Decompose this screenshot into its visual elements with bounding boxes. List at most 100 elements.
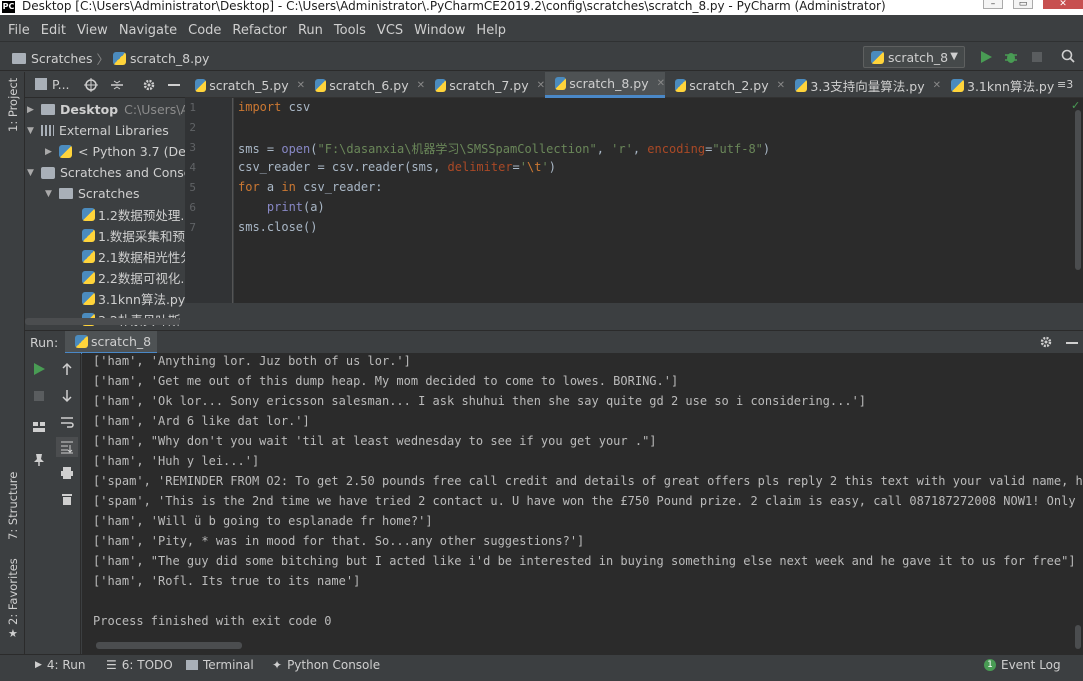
menu-navigate[interactable]: Navigate (119, 23, 177, 38)
code-text: , (596, 142, 612, 156)
trash-icon[interactable] (60, 492, 74, 506)
event-log-tool-button[interactable]: 1 Event Log (984, 658, 1061, 672)
gear-icon[interactable] (142, 78, 156, 92)
console-line: ['ham', 'Ok lor... Sony ericsson salesma… (93, 394, 867, 408)
run-tool-button[interactable]: ▶ 4: Run (35, 658, 85, 672)
menu-view[interactable]: View (77, 23, 108, 38)
python-console-tool-button[interactable]: ✦ Python Console (272, 658, 380, 672)
tab-overflow-button[interactable]: ≡3 (1057, 78, 1073, 91)
tab-label: scratch_2.py (689, 77, 769, 93)
console-line: ['spam', 'This is the 2nd time we have t… (93, 494, 1083, 508)
menu-run[interactable]: Run (298, 23, 323, 38)
code-text: sms = (238, 142, 282, 156)
close-icon[interactable]: ✕ (417, 80, 425, 91)
tree-item-external-libraries[interactable]: ▼ External Libraries (27, 120, 169, 141)
keyword: in (281, 180, 296, 194)
menu-edit[interactable]: Edit (41, 23, 66, 38)
menu-file[interactable]: File (8, 23, 30, 38)
breadcrumb-file[interactable]: scratch_8.py (130, 51, 209, 66)
tree-item-file[interactable]: 2.1数据相光性分 (82, 246, 185, 267)
tree-item-python-sdk[interactable]: ▶ < Python 3.7 (Des (45, 141, 185, 162)
close-icon[interactable]: ✕ (537, 80, 545, 91)
close-button[interactable]: ✕ (1043, 0, 1083, 9)
close-icon[interactable]: ✕ (933, 80, 941, 91)
code-text: ( (310, 142, 318, 156)
stop-icon[interactable] (32, 389, 46, 403)
console-line: ['ham', "Why don't you wait 'til at leas… (93, 434, 657, 448)
project-horizontal-scrollbar[interactable] (25, 318, 180, 325)
minimize-button[interactable]: – (983, 0, 1003, 9)
tree-item-scratches-and-consoles[interactable]: ▼ Scratches and Conso (27, 162, 185, 183)
project-view-select[interactable]: P... (52, 77, 70, 92)
run-label: Run: (30, 335, 59, 350)
menu-tools[interactable]: Tools (334, 23, 366, 38)
terminal-icon (186, 660, 198, 670)
collapse-all-icon[interactable] (110, 78, 124, 92)
menu-refactor[interactable]: Refactor (232, 23, 287, 38)
debug-icon[interactable] (1004, 50, 1018, 64)
close-icon[interactable]: ✕ (657, 78, 665, 89)
tab-scratch-5[interactable]: scratch_5.py ✕ (185, 72, 305, 98)
rerun-icon[interactable] (32, 362, 46, 376)
favorites-tool-button[interactable]: 2: Favorites (6, 558, 20, 625)
tree-item-label: 1.2数据预处理.p (98, 208, 185, 223)
hide-panel-icon[interactable] (1066, 342, 1078, 344)
tab-scratch-2[interactable]: scratch_2.py ✕ (665, 72, 785, 98)
python-file-icon (82, 208, 95, 221)
pin-icon[interactable] (32, 453, 46, 467)
code-line-6: print(a) (238, 200, 325, 214)
arrow-up-icon[interactable] (60, 362, 74, 376)
arrow-down-icon[interactable] (60, 389, 74, 403)
line-number: 2 (189, 121, 196, 134)
maximize-button[interactable]: ▭ (1013, 0, 1033, 9)
close-icon[interactable]: ✕ (297, 80, 305, 91)
tab-knn[interactable]: 3.1knn算法.py (941, 72, 1055, 98)
menu-vcs[interactable]: VCS (377, 23, 403, 38)
menu-code[interactable]: Code (188, 23, 221, 38)
structure-tool-button[interactable]: 7: Structure (6, 472, 20, 540)
search-icon[interactable] (1061, 49, 1075, 63)
tab-scratch-8[interactable]: scratch_8.py ✕ (545, 72, 665, 98)
run-console-output[interactable]: ['ham', 'Anything lor. Juz both of us lo… (82, 353, 1083, 654)
tab-scratch-7[interactable]: scratch_7.py ✕ (425, 72, 545, 98)
console-vertical-scrollbar[interactable] (1075, 625, 1081, 649)
run-tab[interactable]: scratch_8 (65, 331, 157, 354)
tree-item-desktop[interactable]: ▶ Desktop C:\Users\Ad (27, 99, 185, 120)
close-icon[interactable]: ✕ (777, 80, 785, 91)
event-count-badge: 1 (984, 659, 996, 671)
tree-item-file[interactable]: 1.数据采集和预 (82, 225, 185, 246)
run-configuration-select[interactable]: scratch_8 ▼ (863, 46, 965, 68)
tab-svm[interactable]: 3.3支持向量算法.py ✕ (785, 72, 941, 98)
soft-wrap-icon[interactable] (60, 415, 74, 429)
layout-icon[interactable] (32, 420, 46, 434)
line-number: 6 (189, 201, 196, 214)
tab-scratch-6[interactable]: scratch_6.py ✕ (305, 72, 425, 98)
menu-help[interactable]: Help (476, 23, 506, 38)
tree-item-label: 3.1knn算法.py (98, 292, 185, 307)
todo-tool-button[interactable]: ☰ 6: TODO (106, 658, 173, 672)
stop-icon[interactable] (1030, 50, 1044, 64)
console-horizontal-scrollbar[interactable] (96, 642, 242, 649)
editor-vertical-scrollbar[interactable] (1075, 110, 1081, 270)
folder-icon (59, 188, 73, 199)
code-editor[interactable]: import csv sms = open("F:\dasanxia\机器学习\… (234, 98, 1083, 303)
print-icon[interactable] (60, 466, 74, 480)
menu-window[interactable]: Window (414, 23, 465, 38)
breadcrumb-scratches[interactable]: Scratches (31, 51, 93, 66)
tree-item-scratches[interactable]: ▼ Scratches (45, 183, 140, 204)
scroll-to-end-button[interactable] (56, 437, 78, 457)
locate-file-icon[interactable] (84, 78, 98, 92)
python-file-icon (82, 292, 95, 305)
console-line: ['ham', 'Ard 6 like dat lor.'] (93, 414, 310, 428)
run-icon[interactable] (979, 50, 993, 64)
python-icon (59, 145, 72, 158)
gear-icon[interactable] (1039, 335, 1053, 349)
tree-item-file[interactable]: 1.2数据预处理.p (82, 204, 185, 225)
tree-item-file[interactable]: 3.1knn算法.py (82, 288, 185, 309)
hide-panel-icon[interactable] (168, 84, 180, 86)
project-tool-button[interactable]: 1: Project (6, 78, 20, 132)
terminal-tool-button[interactable]: Terminal (186, 658, 254, 672)
tree-item-file[interactable]: 2.2数据可视化.p (82, 267, 185, 288)
code-text: csv_reader = csv.reader(sms, (238, 160, 448, 174)
